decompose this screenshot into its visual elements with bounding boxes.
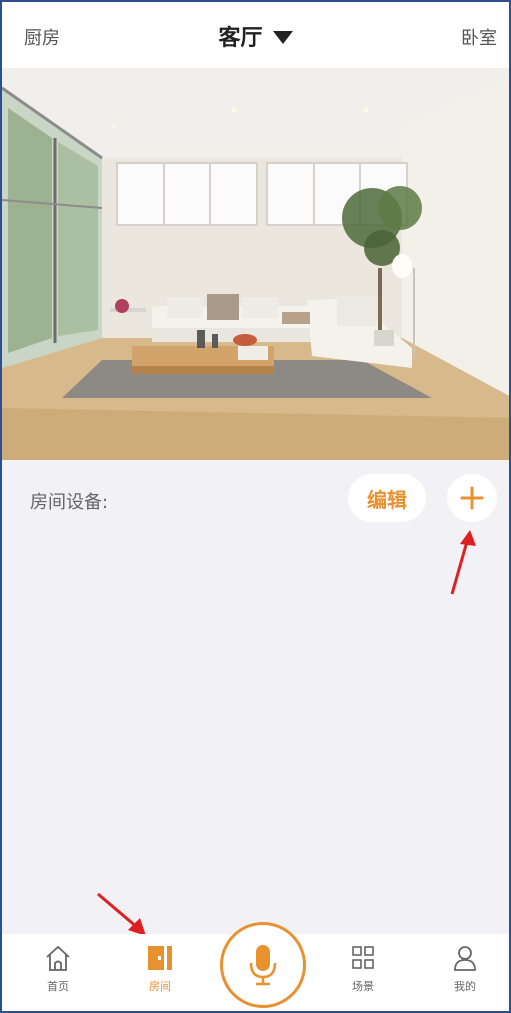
edit-button-label: 编辑 — [367, 487, 407, 512]
room-devices-header: 房间设备: 编辑 — [2, 472, 509, 532]
tab-home[interactable]: 首页 — [28, 944, 88, 994]
microphone-icon — [249, 945, 277, 986]
annotation-arrow-add-icon — [450, 530, 476, 595]
bottom-tab-bar: 首页 房间 场景 我的 — [2, 922, 509, 1011]
tab-scenes[interactable]: 场景 — [333, 944, 393, 994]
plus-icon — [460, 486, 484, 510]
current-room-selector[interactable]: 客厅 — [2, 20, 509, 52]
dropdown-caret-icon — [272, 30, 293, 44]
door-icon — [148, 946, 172, 970]
home-icon — [46, 945, 70, 971]
app-frame: 厨房 客厅 卧室 房间设备: 编辑 首页 房间 场景 我的 — [0, 0, 511, 1013]
living-room-photo — [2, 68, 509, 460]
voice-button[interactable] — [220, 922, 306, 1008]
tab-rooms[interactable]: 房间 — [130, 944, 190, 994]
room-switcher-bar: 厨房 客厅 卧室 — [2, 2, 509, 68]
next-room-link[interactable]: 卧室 — [461, 24, 497, 50]
tab-home-label: 首页 — [47, 980, 69, 993]
edit-button[interactable]: 编辑 — [348, 474, 426, 522]
tab-me-label: 我的 — [454, 980, 476, 993]
tab-rooms-label: 房间 — [149, 980, 171, 993]
grid-icon — [352, 946, 374, 969]
current-room-title: 客厅 — [218, 26, 263, 51]
tab-me[interactable]: 我的 — [435, 944, 495, 994]
add-device-button[interactable] — [447, 474, 497, 522]
user-icon — [454, 946, 476, 971]
tab-scenes-label: 场景 — [352, 980, 374, 993]
annotation-arrow-tab-icon — [97, 892, 146, 936]
room-devices-label: 房间设备: — [30, 492, 109, 513]
